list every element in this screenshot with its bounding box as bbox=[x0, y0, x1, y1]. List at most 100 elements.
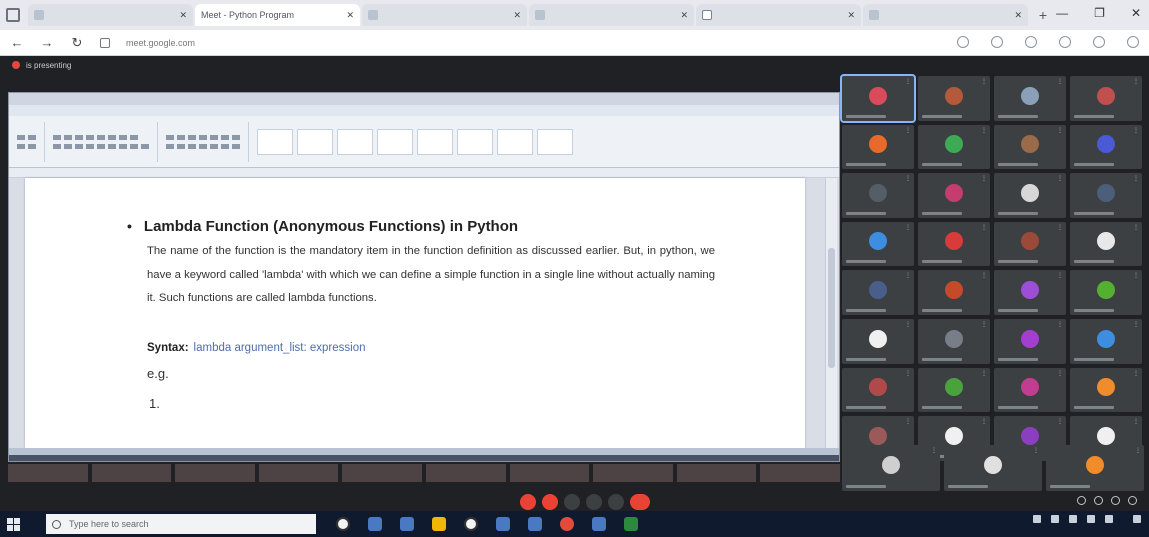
participant-tile[interactable]: ⋮ bbox=[1046, 445, 1144, 491]
present-button[interactable] bbox=[608, 494, 624, 510]
menu-icon[interactable] bbox=[1127, 36, 1139, 48]
chat-icon[interactable] bbox=[1111, 496, 1120, 505]
maximize-icon[interactable]: ❐ bbox=[1094, 6, 1105, 20]
tile-menu-icon[interactable]: ⋮ bbox=[1133, 224, 1139, 231]
participant-tile[interactable]: ⋮ bbox=[840, 74, 916, 123]
back-icon[interactable]: ← bbox=[10, 35, 24, 50]
participant-tile[interactable]: ⋮ bbox=[994, 124, 1066, 170]
tile-menu-icon[interactable]: ⋮ bbox=[981, 175, 987, 182]
camera-icon[interactable] bbox=[957, 36, 969, 48]
participant-tile[interactable]: ⋮ bbox=[842, 173, 914, 218]
participant-tile[interactable]: ⋮ bbox=[1070, 367, 1142, 413]
close-tab-icon[interactable]: ✕ bbox=[346, 10, 354, 21]
participant-tile[interactable]: ⋮ bbox=[1070, 124, 1142, 170]
participant-tile[interactable]: ⋮ bbox=[918, 318, 990, 364]
tile-menu-icon[interactable]: ⋮ bbox=[905, 321, 911, 328]
tile-menu-icon[interactable]: ⋮ bbox=[981, 418, 987, 425]
tile-menu-icon[interactable]: ⋮ bbox=[905, 418, 911, 425]
tile-menu-icon[interactable]: ⋮ bbox=[1133, 370, 1139, 377]
tray-icon[interactable] bbox=[1033, 515, 1041, 523]
style-heading2[interactable] bbox=[377, 128, 413, 155]
tile-menu-icon[interactable]: ⋮ bbox=[1133, 272, 1139, 279]
extensions-icon[interactable] bbox=[1025, 36, 1037, 48]
tile-menu-icon[interactable]: ⋮ bbox=[931, 447, 937, 454]
notifications-icon[interactable] bbox=[1133, 515, 1141, 523]
cortana-icon[interactable] bbox=[336, 517, 350, 531]
participant-tile[interactable]: ⋮ bbox=[842, 445, 940, 491]
scroll-thumb[interactable] bbox=[828, 248, 835, 368]
participant-tile[interactable]: ⋮ bbox=[1070, 318, 1142, 364]
close-tab-icon[interactable]: ✕ bbox=[847, 10, 855, 21]
tile-menu-icon[interactable]: ⋮ bbox=[905, 175, 911, 182]
volume-icon[interactable] bbox=[1087, 515, 1095, 523]
tile-menu-icon[interactable]: ⋮ bbox=[1135, 447, 1141, 454]
tile-menu-icon[interactable]: ⋮ bbox=[1133, 175, 1139, 182]
star-icon[interactable] bbox=[991, 36, 1003, 48]
browser-tab[interactable]: ✕ bbox=[529, 4, 694, 26]
participant-tile[interactable]: ⋮ bbox=[1070, 76, 1142, 121]
app-icon[interactable] bbox=[624, 517, 638, 531]
style-emphasis[interactable] bbox=[537, 128, 573, 155]
tile-menu-icon[interactable]: ⋮ bbox=[981, 370, 987, 377]
raise-hand-button[interactable] bbox=[586, 494, 602, 510]
tile-menu-icon[interactable]: ⋮ bbox=[905, 78, 911, 85]
activities-icon[interactable] bbox=[1128, 496, 1137, 505]
url-field[interactable]: meet.google.com bbox=[126, 38, 195, 48]
participant-tile[interactable]: ⋮ bbox=[944, 445, 1042, 491]
browser-tab[interactable]: ✕ bbox=[28, 4, 193, 26]
minimize-icon[interactable]: — bbox=[1056, 6, 1068, 20]
tile-menu-icon[interactable]: ⋮ bbox=[1057, 127, 1063, 134]
participant-tile[interactable]: ⋮ bbox=[842, 318, 914, 364]
tile-menu-icon[interactable]: ⋮ bbox=[1057, 418, 1063, 425]
profile-icon[interactable] bbox=[1093, 36, 1105, 48]
participant-tile[interactable]: ⋮ bbox=[918, 76, 990, 121]
tile-menu-icon[interactable]: ⋮ bbox=[1033, 447, 1039, 454]
tile-menu-icon[interactable]: ⋮ bbox=[981, 321, 987, 328]
tile-menu-icon[interactable]: ⋮ bbox=[1057, 370, 1063, 377]
tile-menu-icon[interactable]: ⋮ bbox=[905, 224, 911, 231]
vertical-scrollbar[interactable] bbox=[825, 178, 837, 448]
participant-tile[interactable]: ⋮ bbox=[842, 124, 914, 170]
style-title[interactable] bbox=[457, 128, 493, 155]
tile-menu-icon[interactable]: ⋮ bbox=[981, 224, 987, 231]
collections-icon[interactable] bbox=[1059, 36, 1071, 48]
participant-tile[interactable]: ⋮ bbox=[994, 221, 1066, 267]
style-heading1[interactable] bbox=[337, 128, 373, 155]
opera-icon[interactable] bbox=[560, 517, 574, 531]
tile-menu-icon[interactable]: ⋮ bbox=[1057, 78, 1063, 85]
tile-menu-icon[interactable]: ⋮ bbox=[1133, 78, 1139, 85]
end-call-button[interactable] bbox=[630, 494, 650, 510]
battery-icon[interactable] bbox=[1105, 515, 1113, 523]
close-tab-icon[interactable]: ✕ bbox=[680, 10, 688, 21]
edge-icon[interactable] bbox=[528, 517, 542, 531]
info-icon[interactable] bbox=[1077, 496, 1086, 505]
tile-menu-icon[interactable]: ⋮ bbox=[905, 127, 911, 134]
close-tab-icon[interactable]: ✕ bbox=[1014, 10, 1022, 21]
camera-button[interactable] bbox=[542, 494, 558, 510]
participant-tile[interactable]: ⋮ bbox=[918, 270, 990, 315]
participant-tile[interactable]: ⋮ bbox=[1070, 221, 1142, 267]
chrome-icon[interactable] bbox=[464, 517, 478, 531]
store-icon[interactable] bbox=[400, 517, 414, 531]
style-normal[interactable] bbox=[257, 128, 293, 155]
tile-menu-icon[interactable]: ⋮ bbox=[1057, 224, 1063, 231]
participant-tile[interactable]: ⋮ bbox=[994, 76, 1066, 121]
style-subtitle[interactable] bbox=[497, 128, 533, 155]
browser-tab[interactable]: ✕ bbox=[696, 4, 861, 26]
participant-tile[interactable]: ⋮ bbox=[1070, 173, 1142, 218]
tile-menu-icon[interactable]: ⋮ bbox=[1133, 321, 1139, 328]
tile-menu-icon[interactable]: ⋮ bbox=[1133, 127, 1139, 134]
tray-icon[interactable] bbox=[1051, 515, 1059, 523]
close-window-icon[interactable]: ✕ bbox=[1131, 6, 1141, 20]
document-page[interactable]: • Lambda Function (Anonymous Functions) … bbox=[25, 178, 805, 448]
participant-tile[interactable]: ⋮ bbox=[994, 318, 1066, 364]
mic-button[interactable] bbox=[520, 494, 536, 510]
browser-tab-active[interactable]: Meet - Python Program ✕ bbox=[0, 4, 360, 66]
participant-tile[interactable]: ⋮ bbox=[842, 221, 914, 267]
participant-tile[interactable]: ⋮ bbox=[918, 173, 990, 218]
word-icon[interactable] bbox=[496, 517, 510, 531]
style-heading3[interactable] bbox=[417, 128, 453, 155]
browser-tab[interactable]: ✕ bbox=[362, 4, 527, 26]
tile-menu-icon[interactable]: ⋮ bbox=[1057, 321, 1063, 328]
tab-actions-icon[interactable] bbox=[6, 8, 20, 22]
